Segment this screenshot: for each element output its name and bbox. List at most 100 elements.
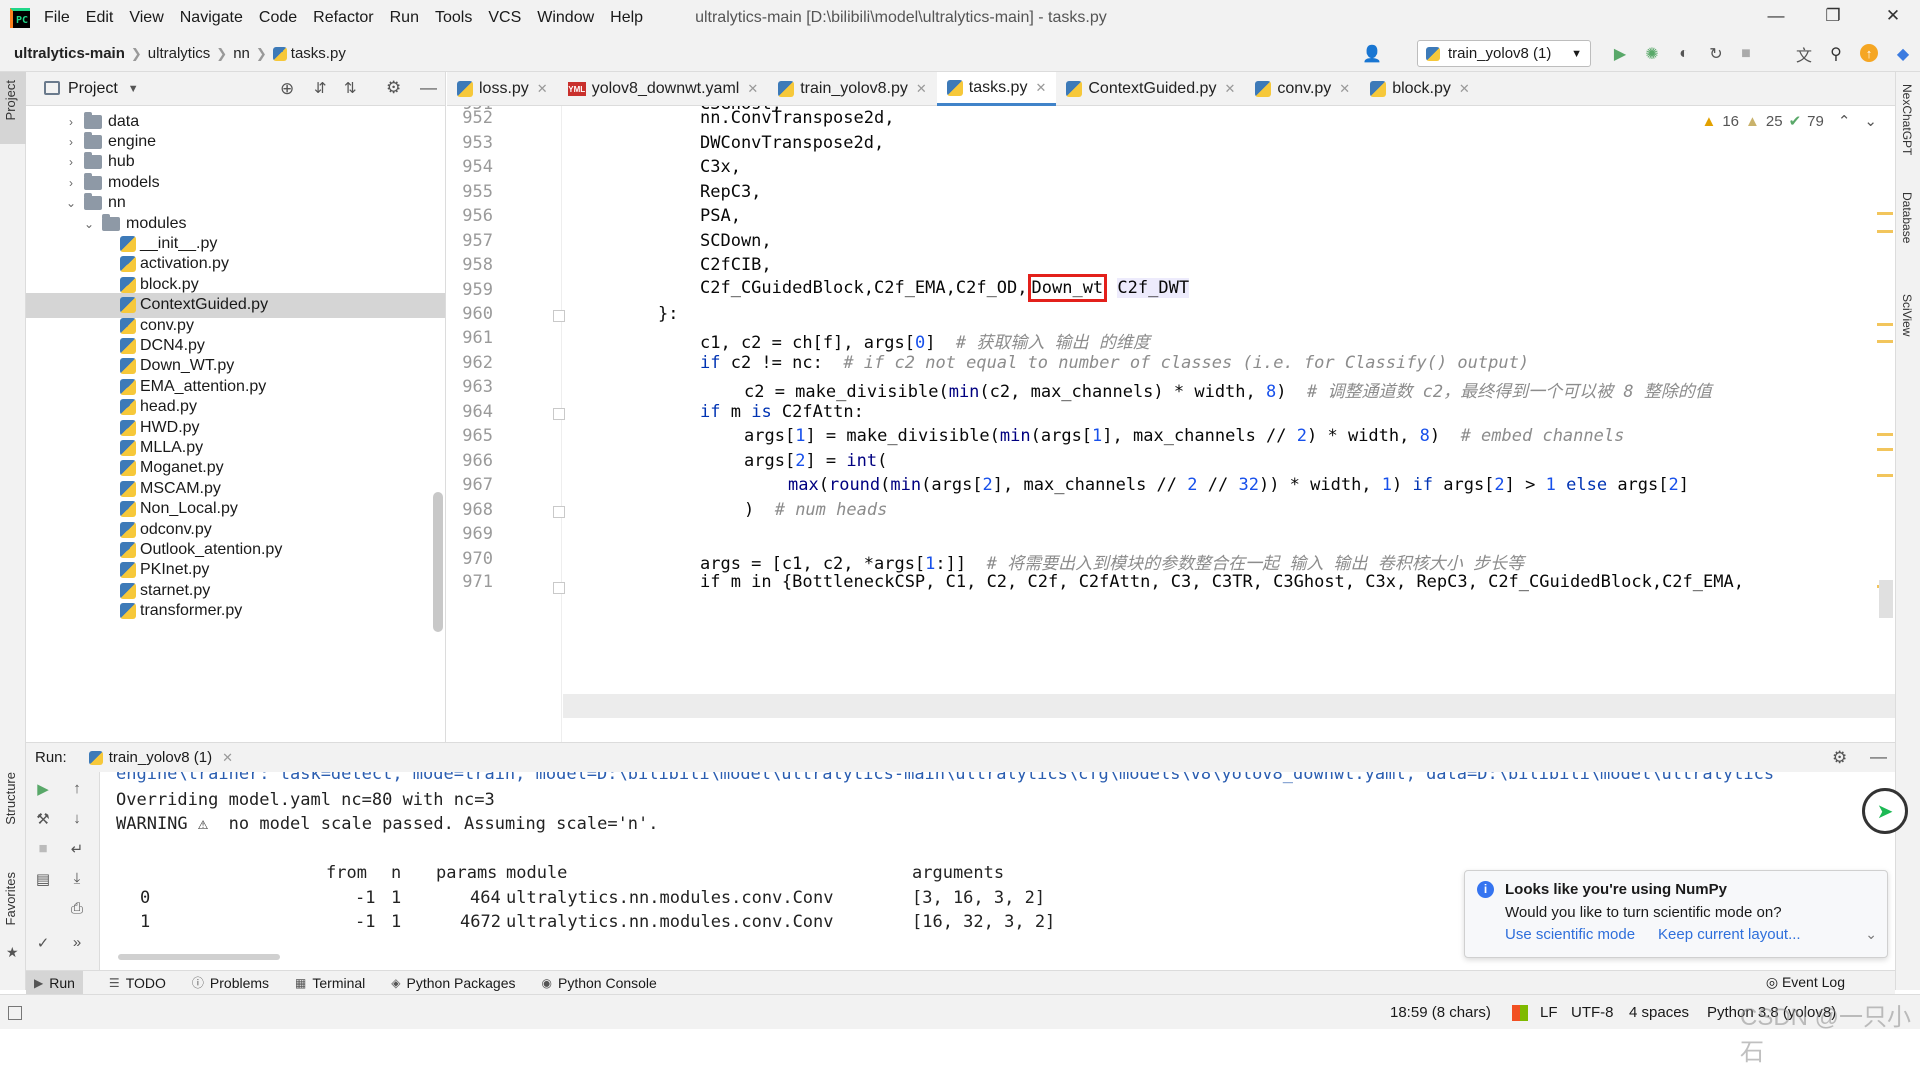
hide-panel-icon[interactable]: —: [420, 78, 437, 98]
file-encoding[interactable]: UTF-8: [1571, 1004, 1614, 1021]
menu-navigate[interactable]: Navigate: [180, 9, 243, 27]
error-stripe-mark[interactable]: [1877, 212, 1893, 215]
editor-tab-yolov8-downwt-yaml[interactable]: YML yolov8_downwt.yaml ✕: [558, 72, 769, 106]
translate-icon[interactable]: 文: [1794, 44, 1814, 65]
stop-icon[interactable]: ■: [34, 840, 52, 858]
down-arrow-icon[interactable]: ↓: [68, 810, 86, 828]
close-icon[interactable]: ✕: [747, 81, 758, 97]
menu-file[interactable]: File: [44, 9, 70, 27]
menu-window[interactable]: Window: [537, 9, 594, 27]
chevron-down-icon[interactable]: ⌄: [64, 196, 78, 210]
editor-tab-loss-py[interactable]: loss.py ✕: [447, 72, 558, 106]
error-stripe-mark[interactable]: [1877, 323, 1893, 326]
line-separator[interactable]: LF: [1540, 1004, 1558, 1021]
tool-tab-project[interactable]: Project: [3, 80, 18, 120]
more-icon[interactable]: »: [68, 934, 86, 952]
indent-setting[interactable]: 4 spaces: [1629, 1004, 1689, 1021]
bottom-tab-python-packages[interactable]: ◈ Python Packages: [391, 975, 515, 991]
project-panel-title[interactable]: Project: [68, 80, 118, 98]
close-icon[interactable]: ✕: [916, 81, 927, 97]
debug-icon[interactable]: ✺: [1642, 44, 1662, 64]
rerun-icon[interactable]: ▶: [34, 780, 52, 798]
menu-run[interactable]: Run: [390, 9, 419, 27]
plugin-icon[interactable]: ◆: [1893, 44, 1913, 64]
gear-icon[interactable]: ⚙: [386, 78, 401, 98]
error-stripe-mark[interactable]: [1877, 433, 1893, 436]
error-stripe-mark[interactable]: [1877, 474, 1893, 477]
chevron-down-icon[interactable]: ⌄: [82, 217, 96, 231]
user-icon[interactable]: 👤: [1362, 44, 1382, 64]
close-icon[interactable]: ✕: [1339, 81, 1350, 97]
keep-current-layout-link[interactable]: Keep current layout...: [1658, 926, 1801, 943]
previous-highlight-icon[interactable]: ⌃: [1838, 112, 1851, 130]
fold-marker-icon[interactable]: [553, 310, 565, 322]
menu-code[interactable]: Code: [259, 9, 297, 27]
breadcrumb-project[interactable]: ultralytics-main: [14, 45, 125, 62]
run-icon[interactable]: ▶: [1610, 44, 1630, 64]
close-icon[interactable]: ✕: [1873, 6, 1913, 26]
project-tree-scrollbar[interactable]: [433, 492, 443, 632]
editor-tab-contextguided-py[interactable]: ContextGuided.py ✕: [1056, 72, 1245, 106]
editor-tab-tasks-py[interactable]: tasks.py ✕: [936, 72, 1057, 106]
chevron-down-icon[interactable]: ▼: [128, 83, 139, 95]
next-highlight-icon[interactable]: ⌄: [1864, 112, 1877, 130]
wrench-icon[interactable]: ⚒: [34, 810, 52, 828]
event-log-tab[interactable]: ◎ Event Log: [1766, 974, 1845, 991]
breadcrumb-file[interactable]: tasks.py: [291, 45, 346, 62]
code-editor[interactable]: 9519529539549559569579589599609619629639…: [447, 106, 1895, 742]
pin-icon[interactable]: ✓: [34, 934, 52, 952]
scroll-to-end-icon[interactable]: ⤓: [68, 870, 86, 888]
fold-marker-icon[interactable]: [553, 408, 565, 420]
fold-marker-icon[interactable]: [553, 582, 565, 594]
console-horizontal-scrollbar[interactable]: [118, 954, 280, 960]
profile-icon[interactable]: ↻: [1706, 44, 1726, 64]
chevron-right-icon[interactable]: ›: [64, 115, 78, 129]
tool-tab-favorites[interactable]: Favorites: [3, 872, 18, 925]
print-icon[interactable]: ⎙: [68, 900, 86, 918]
chevron-down-icon[interactable]: ⌄: [1865, 926, 1877, 943]
chevron-right-icon[interactable]: ›: [64, 176, 78, 190]
editor-scroll-thumb[interactable]: [1879, 580, 1893, 618]
error-stripe-mark[interactable]: [1877, 340, 1893, 343]
close-icon[interactable]: ✕: [1035, 80, 1046, 96]
run-configuration-select[interactable]: train_yolov8 (1) ▼: [1417, 40, 1591, 67]
editor-tab-block-py[interactable]: block.py ✕: [1360, 72, 1480, 106]
coverage-icon[interactable]: ◐: [1674, 44, 1694, 64]
soft-wrap-icon[interactable]: ↵: [68, 840, 86, 858]
up-arrow-icon[interactable]: ↑: [68, 780, 86, 798]
stop-icon[interactable]: ■: [1736, 44, 1756, 64]
status-layout-icon[interactable]: [8, 1006, 22, 1020]
close-icon[interactable]: ✕: [1459, 81, 1470, 97]
collapse-all-icon[interactable]: ⇅: [344, 79, 357, 97]
hide-panel-icon[interactable]: —: [1870, 747, 1887, 767]
update-icon[interactable]: ↑: [1860, 44, 1878, 62]
menu-vcs[interactable]: VCS: [488, 9, 521, 27]
menu-edit[interactable]: Edit: [86, 9, 114, 27]
close-icon[interactable]: ✕: [1224, 81, 1235, 97]
bottom-tab-terminal[interactable]: ▦ Terminal: [295, 975, 365, 991]
bottom-tab-todo[interactable]: ☰ TODO: [109, 975, 166, 991]
menu-help[interactable]: Help: [610, 9, 643, 27]
bottom-tab-run[interactable]: ▶ Run: [26, 970, 83, 995]
tool-tab-database[interactable]: Database: [1900, 192, 1914, 243]
run-tab-label[interactable]: train_yolov8 (1): [109, 749, 212, 766]
close-icon[interactable]: ✕: [222, 750, 233, 766]
gear-icon[interactable]: ⚙: [1832, 748, 1847, 768]
tool-tab-sciview[interactable]: SciView: [1900, 294, 1914, 336]
menu-refactor[interactable]: Refactor: [313, 9, 373, 27]
inspection-widget[interactable]: ▲ 16 ▲ 25 ✔ 79 ⌃ ⌄: [1701, 112, 1877, 131]
close-icon[interactable]: ✕: [537, 81, 548, 97]
minimize-icon[interactable]: —: [1756, 6, 1796, 26]
error-stripe-mark[interactable]: [1877, 448, 1893, 451]
search-icon[interactable]: ⚲: [1826, 44, 1846, 64]
editor-tab-conv-py[interactable]: conv.py ✕: [1245, 72, 1360, 106]
menu-view[interactable]: View: [129, 9, 163, 27]
breadcrumb-ultralytics[interactable]: ultralytics: [148, 45, 211, 62]
chevron-right-icon[interactable]: ›: [64, 135, 78, 149]
breadcrumb-nn[interactable]: nn: [233, 45, 250, 62]
tool-tab-nexchatgpt[interactable]: NexChatGPT: [1900, 84, 1914, 155]
restore-icon[interactable]: ❐: [1813, 6, 1853, 26]
locate-icon[interactable]: ⊕: [280, 79, 294, 99]
chevron-right-icon[interactable]: ›: [64, 155, 78, 169]
fold-marker-icon[interactable]: [553, 506, 565, 518]
